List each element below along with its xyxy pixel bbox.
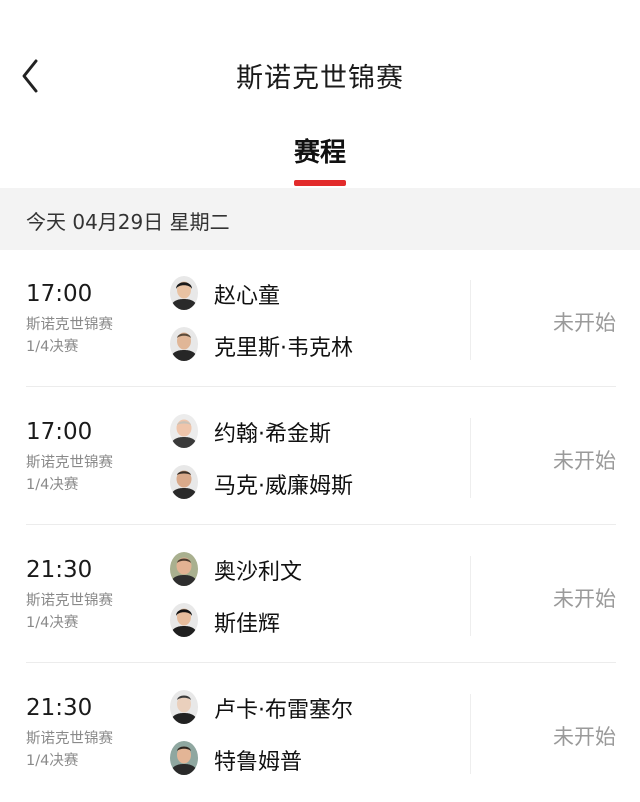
column-divider <box>470 418 471 498</box>
player-avatar <box>170 690 198 724</box>
row-divider <box>26 524 616 525</box>
match-competition: 斯诺克世锦赛 <box>26 731 113 747</box>
player-name: 奥沙利文 <box>214 560 303 585</box>
player-name: 斯佳辉 <box>214 612 281 637</box>
column-divider <box>470 280 471 360</box>
date-header: 今天 04月29日 星期二 <box>26 210 230 234</box>
row-divider <box>26 386 616 387</box>
player-name: 赵心童 <box>214 284 281 309</box>
match-time: 21:30 <box>26 557 93 583</box>
match-status: 未开始 <box>553 587 616 611</box>
match-status: 未开始 <box>553 311 616 335</box>
player-avatar <box>170 327 198 361</box>
match-round: 1/4决赛 <box>26 477 79 493</box>
tab-active-indicator <box>294 180 346 186</box>
match-time: 17:00 <box>26 281 93 307</box>
player-avatar <box>170 603 198 637</box>
match-competition: 斯诺克世锦赛 <box>26 593 113 609</box>
match-row[interactable]: 21:30 斯诺克世锦赛 1/4决赛 卢卡·布雷塞尔 特鲁姆普 未开始 <box>0 664 640 802</box>
top-bar: 斯诺克世锦赛 <box>0 0 640 118</box>
player-avatar <box>170 414 198 448</box>
match-time: 17:00 <box>26 419 93 445</box>
player-name: 克里斯·韦克林 <box>214 336 353 361</box>
player-name: 卢卡·布雷塞尔 <box>214 698 353 723</box>
match-competition: 斯诺克世锦赛 <box>26 455 113 471</box>
match-row[interactable]: 17:00 斯诺克世锦赛 1/4决赛 约翰·希金斯 马克·威廉姆斯 未开始 <box>0 388 640 526</box>
column-divider <box>470 694 471 774</box>
player-avatar <box>170 741 198 775</box>
tab-schedule[interactable]: 赛程 <box>270 132 370 169</box>
match-competition: 斯诺克世锦赛 <box>26 317 113 333</box>
match-status: 未开始 <box>553 725 616 749</box>
match-round: 1/4决赛 <box>26 339 79 355</box>
player-name: 特鲁姆普 <box>214 750 303 775</box>
match-time: 21:30 <box>26 695 93 721</box>
player-avatar <box>170 276 198 310</box>
match-row[interactable]: 21:30 斯诺克世锦赛 1/4决赛 奥沙利文 斯佳辉 未开始 <box>0 526 640 664</box>
player-name: 马克·威廉姆斯 <box>214 474 353 499</box>
page-title: 斯诺克世锦赛 <box>236 63 404 94</box>
player-avatar <box>170 552 198 586</box>
row-divider <box>26 662 616 663</box>
column-divider <box>470 556 471 636</box>
match-row[interactable]: 17:00 斯诺克世锦赛 1/4决赛 赵心童 克里斯·韦克林 未开始 <box>0 250 640 388</box>
player-avatar <box>170 465 198 499</box>
match-round: 1/4决赛 <box>26 615 79 631</box>
match-status: 未开始 <box>553 449 616 473</box>
player-name: 约翰·希金斯 <box>214 422 331 447</box>
